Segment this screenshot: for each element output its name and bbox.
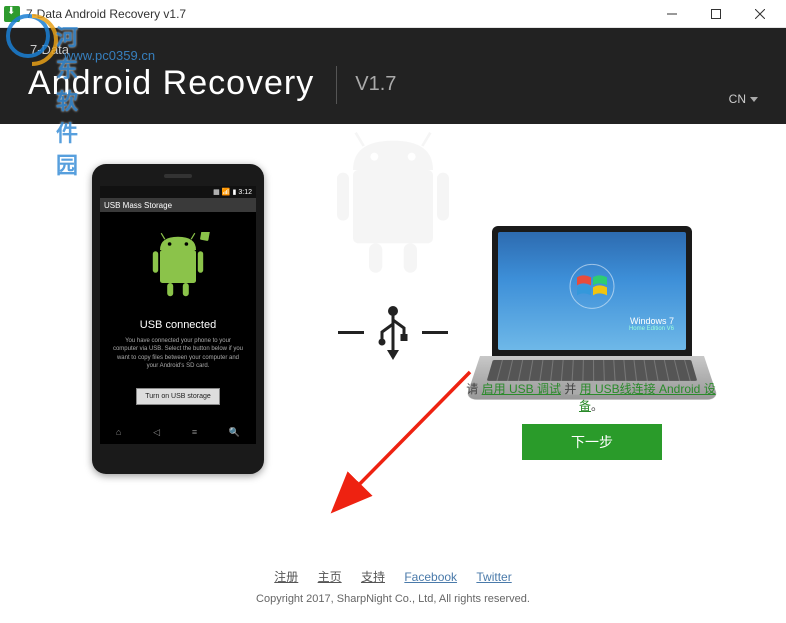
- close-button[interactable]: [738, 0, 782, 28]
- twitter-link[interactable]: Twitter: [476, 570, 511, 584]
- phone-statusbar: ▦📶▮ 3:12: [100, 186, 256, 198]
- maximize-button[interactable]: [694, 0, 738, 28]
- support-link[interactable]: 支持: [361, 570, 385, 584]
- main-content: ▦📶▮ 3:12 USB Mass Storage: [0, 124, 786, 564]
- usb-connection-icon: [338, 304, 448, 360]
- header-divider: [336, 66, 337, 104]
- enable-usb-debug-link[interactable]: 启用 USB 调试: [482, 382, 561, 396]
- brand-small: 7-Data: [30, 42, 69, 57]
- phone-usb-desc: You have connected your phone to your co…: [108, 337, 248, 371]
- next-button[interactable]: 下一步: [522, 424, 662, 460]
- minimize-button[interactable]: [650, 0, 694, 28]
- instruction-text: 请 启用 USB 调试 并 用 USB线连接 Android 设备。: [456, 380, 726, 414]
- phone-topbar: USB Mass Storage: [100, 198, 256, 212]
- home-link[interactable]: 主页: [318, 570, 342, 584]
- phone-navbar: ⌂◁≡🔍: [100, 427, 256, 438]
- titlebar: 7-Data Android Recovery v1.7: [0, 0, 786, 28]
- phone-illustration: ▦📶▮ 3:12 USB Mass Storage: [92, 164, 264, 474]
- brand-large: Android Recovery: [28, 64, 314, 103]
- app-icon: [4, 6, 20, 22]
- copyright-text: Copyright 2017, SharpNight Co., Ltd, All…: [0, 593, 786, 605]
- windows-logo-icon: [569, 263, 615, 309]
- phone-usb-title: USB connected: [108, 319, 248, 331]
- version-label: V1.7: [355, 73, 396, 96]
- facebook-link[interactable]: Facebook: [404, 570, 457, 584]
- chevron-down-icon: [750, 97, 758, 102]
- language-selector[interactable]: CN: [729, 92, 758, 106]
- footer-links: 注册 主页 支持 Facebook Twitter: [0, 568, 786, 585]
- header: 7-Data Android Recovery V1.7 CN: [0, 28, 786, 124]
- register-link[interactable]: 注册: [274, 570, 298, 584]
- footer: 注册 主页 支持 Facebook Twitter Copyright 2017…: [0, 554, 786, 623]
- window-title: 7-Data Android Recovery v1.7: [26, 7, 650, 21]
- phone-time: 3:12: [238, 189, 252, 196]
- laptop-os-label: Windows 7 Home Edition V6: [629, 316, 674, 332]
- window-controls: [650, 0, 782, 28]
- android-icon: [146, 232, 210, 304]
- language-label: CN: [729, 92, 746, 106]
- phone-usb-button: Turn on USB storage: [136, 388, 220, 405]
- android-watermark-icon: [323, 130, 463, 290]
